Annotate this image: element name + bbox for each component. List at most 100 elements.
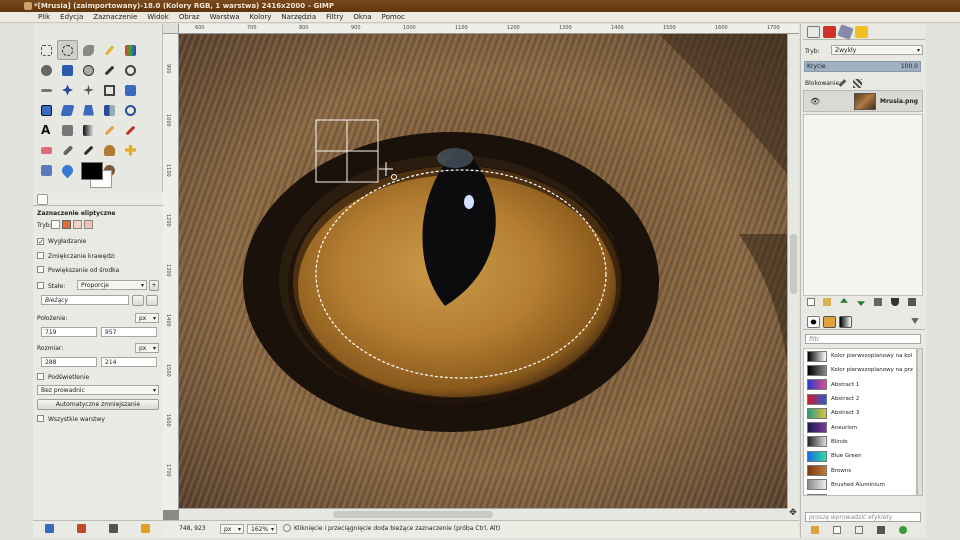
horizontal-scrollbar[interactable] — [179, 508, 787, 520]
menu-layer[interactable]: Warstwa — [205, 12, 245, 23]
free-select-tool[interactable] — [78, 40, 99, 60]
gradient-list-item[interactable]: Blue Green — [804, 449, 916, 463]
gradient-list-item[interactable]: Abstract 1 — [804, 378, 916, 392]
blend-tool[interactable] — [78, 120, 99, 140]
cage-tool[interactable] — [120, 100, 141, 120]
edit-gradient-icon[interactable] — [811, 526, 819, 534]
delete-layer-icon[interactable] — [908, 298, 916, 306]
gradient-list-item[interactable]: Blinds — [804, 435, 916, 449]
foreground-color-swatch[interactable] — [81, 162, 103, 180]
delete-options-icon[interactable] — [109, 524, 118, 533]
guides-combo[interactable]: Bez prowadnic — [37, 385, 159, 395]
gradients-tab-icon[interactable] — [839, 316, 852, 328]
paths-tab-icon[interactable] — [837, 24, 854, 40]
paths-tool[interactable] — [78, 60, 99, 80]
menu-image[interactable]: Obraz — [174, 12, 205, 23]
opacity-slider[interactable]: Krycie 100.0 — [804, 61, 921, 72]
save-options-icon[interactable] — [45, 524, 54, 533]
gradient-list-item[interactable]: Abstract 2 — [804, 392, 916, 406]
brushes-tab-icon[interactable] — [807, 316, 820, 328]
raise-layer-icon[interactable] — [840, 298, 848, 303]
portrait-button[interactable] — [132, 295, 144, 306]
vertical-scrollbar[interactable] — [787, 34, 799, 508]
autoshrink-button[interactable]: Automatyczne zmniejszanie — [37, 399, 159, 410]
menu-view[interactable]: Widok — [142, 12, 174, 23]
vertical-ruler[interactable]: 900100011001200130014001500160017001800 — [163, 34, 179, 510]
gradient-list[interactable]: Kolor pierwszoplanowy na kol Kolor pierws… — [803, 348, 917, 496]
mode-intersect-icon[interactable] — [84, 220, 93, 229]
antialias-checkbox[interactable] — [37, 238, 44, 245]
gradient-list-item[interactable]: Abstract 3 — [804, 406, 916, 420]
ink-tool[interactable] — [78, 140, 99, 160]
highlight-checkbox[interactable] — [37, 373, 44, 380]
perspective-tool[interactable] — [78, 100, 99, 120]
layer-row[interactable]: 👁 Mrusia.png — [803, 90, 923, 112]
position-x-input[interactable]: 719 — [41, 327, 97, 337]
mode-subtract-icon[interactable] — [73, 220, 82, 229]
fixed-combo[interactable]: Proporcje — [77, 280, 147, 290]
expand-checkbox[interactable] — [37, 266, 44, 273]
feather-checkbox[interactable] — [37, 252, 44, 259]
new-gradient-icon[interactable] — [833, 526, 841, 534]
dock-menu-icon[interactable] — [911, 318, 919, 324]
restore-options-icon[interactable] — [77, 524, 86, 533]
lock-alpha-icon[interactable] — [853, 79, 862, 88]
color-picker-tool[interactable] — [99, 60, 120, 80]
ruler-corner[interactable] — [163, 24, 179, 34]
size-height-input[interactable]: 214 — [101, 357, 157, 367]
delete-gradient-icon[interactable] — [877, 526, 885, 534]
refresh-gradients-icon[interactable] — [899, 526, 907, 534]
landscape-button[interactable] — [146, 295, 158, 306]
tag-input[interactable]: proszę wprowadzić etykiety — [805, 512, 921, 522]
menu-windows[interactable]: Okna — [348, 12, 376, 23]
rect-select-tool[interactable] — [36, 40, 57, 60]
menu-edit[interactable]: Edycja — [55, 12, 88, 23]
fixed-plus-button[interactable]: + — [149, 280, 159, 291]
eraser-tool[interactable] — [36, 140, 57, 160]
expand-row[interactable]: Powiększanie od środka — [37, 266, 119, 274]
feather-row[interactable]: Zmiękczanie krawędzi — [37, 252, 115, 260]
bucket-fill-tool[interactable] — [57, 120, 78, 140]
highlight-row[interactable]: Podświetlenie — [37, 373, 89, 381]
menu-file[interactable]: Plik — [33, 12, 55, 23]
duplicate-layer-icon[interactable] — [874, 298, 882, 306]
layer-mode-combo[interactable]: Zwykły — [831, 45, 923, 55]
gradient-list-item[interactable]: Burning Paper — [804, 492, 916, 495]
gradient-list-item[interactable]: Brushed Aluminium — [804, 478, 916, 492]
move-tool[interactable] — [57, 80, 78, 100]
fixed-checkbox[interactable] — [37, 282, 44, 289]
horizontal-scroll-thumb[interactable] — [333, 511, 493, 518]
position-unit-combo[interactable]: px — [135, 313, 159, 323]
horizontal-ruler[interactable]: 600 700 800 900 1000 1100 1200 1300 1400 1500 1600… — [179, 24, 799, 34]
fuzzy-select-tool[interactable] — [99, 40, 120, 60]
menu-help[interactable]: Pomoc — [377, 12, 410, 23]
image-canvas[interactable] — [179, 34, 787, 508]
size-unit-combo[interactable]: px — [135, 343, 159, 353]
perspective-clone-tool[interactable] — [36, 160, 57, 180]
blur-tool[interactable] — [57, 160, 78, 180]
align-tool[interactable] — [78, 80, 99, 100]
all-layers-row[interactable]: Wszystkie warstwy — [37, 415, 105, 423]
mode-add-icon[interactable] — [62, 220, 71, 229]
patterns-tab-icon[interactable] — [823, 316, 836, 328]
gradient-list-item[interactable]: Kolor pierwszoplanowy na kol — [804, 349, 916, 363]
tool-options-tab-icon[interactable] — [37, 194, 48, 205]
flip-tool[interactable] — [99, 100, 120, 120]
duplicate-gradient-icon[interactable] — [855, 526, 863, 534]
vertical-scroll-thumb[interactable] — [790, 234, 797, 294]
shear-tool[interactable] — [57, 100, 78, 120]
all-layers-checkbox[interactable] — [37, 415, 44, 422]
lower-layer-icon[interactable] — [857, 301, 865, 306]
airbrush-tool[interactable] — [57, 140, 78, 160]
measure-tool[interactable] — [36, 80, 57, 100]
gradient-list-item[interactable]: Browns — [804, 463, 916, 477]
zoom-tool[interactable] — [120, 60, 141, 80]
fixed-row[interactable]: Stałe: — [37, 282, 65, 290]
menu-filters[interactable]: Filtry — [321, 12, 348, 23]
paintbrush-tool[interactable] — [120, 120, 141, 140]
color-select-tool[interactable] — [120, 40, 141, 60]
heal-tool[interactable] — [120, 140, 141, 160]
ellipse-select-tool[interactable] — [57, 40, 78, 60]
menu-colors[interactable]: Kolory — [245, 12, 277, 23]
menu-select[interactable]: Zaznaczenie — [88, 12, 142, 23]
